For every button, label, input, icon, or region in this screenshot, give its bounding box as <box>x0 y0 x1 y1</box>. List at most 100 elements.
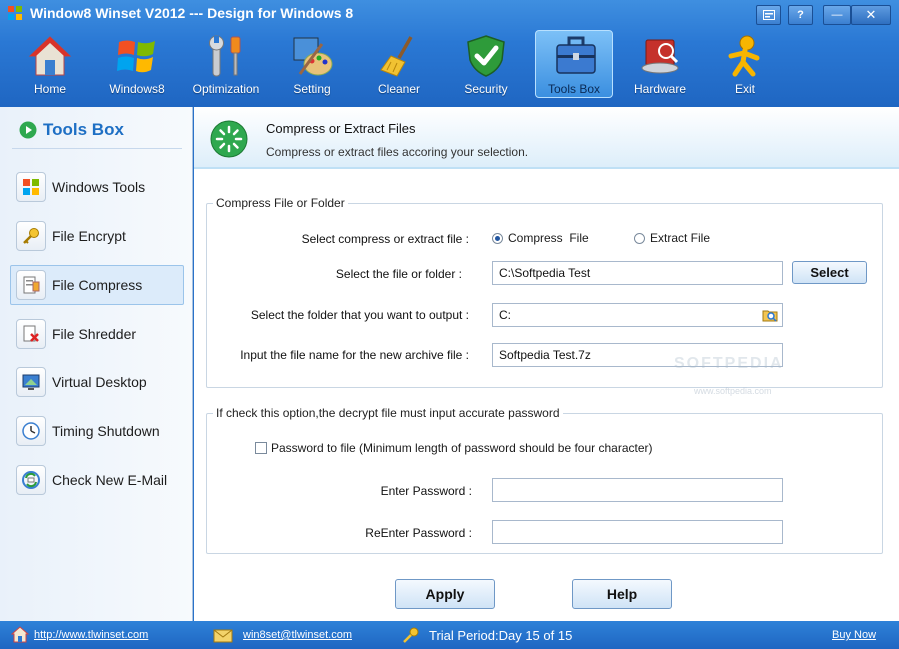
app-logo-icon <box>8 6 22 20</box>
password-checkbox[interactable]: Password to file (Minimum length of pass… <box>255 441 653 455</box>
toolbar-label: Windows8 <box>109 82 165 96</box>
status-bar: http://www.tlwinset.com win8set@tlwinset… <box>0 621 899 649</box>
running-man-icon <box>728 35 760 77</box>
trial-period-text: Trial Period:Day 15 of 15 <box>429 628 573 643</box>
select-button[interactable]: Select <box>792 261 867 284</box>
toolbar-label: Tools Box <box>547 82 601 96</box>
key-small-icon <box>403 627 419 643</box>
sidebar-item-label: Check New E-Mail <box>52 472 168 488</box>
email-envelope-icon <box>213 629 233 643</box>
skin-button[interactable] <box>756 5 781 25</box>
help-button[interactable]: Help <box>572 579 672 609</box>
email-link[interactable]: win8set@tlwinset.com <box>243 629 352 641</box>
password-checkbox-label: Password to file (Minimum length of pass… <box>271 441 653 455</box>
windows-tools-icon <box>16 172 46 202</box>
virtual-desktop-icon <box>16 367 46 397</box>
toolbar-label: Optimization <box>192 82 260 96</box>
toolbar-tools-box[interactable]: Tools Box <box>535 30 613 98</box>
panel-subtitle: Compress or extract files accoring your … <box>266 145 529 159</box>
extract-file-label: Extract File <box>650 231 711 245</box>
sidebar-title: Tools Box <box>43 120 124 139</box>
shredder-icon <box>16 319 46 349</box>
sidebar-item-windows-tools[interactable]: Windows Tools <box>10 167 184 207</box>
window-skin-icon <box>762 10 775 20</box>
radio-selected-icon <box>492 232 503 244</box>
sidebar-item-check-email[interactable]: Check New E-Mail <box>10 460 184 500</box>
key-icon <box>16 221 46 251</box>
play-circle-icon <box>19 121 37 139</box>
enter-password-input[interactable] <box>492 478 783 502</box>
paint-palette-icon <box>293 37 333 76</box>
sidebar-item-label: Timing Shutdown <box>52 423 160 439</box>
sidebar-item-file-shredder[interactable]: File Shredder <box>10 314 184 354</box>
apply-button[interactable]: Apply <box>395 579 495 609</box>
watermark-url: www.softpedia.com <box>694 386 772 396</box>
hard-drive-icon <box>641 39 679 74</box>
reenter-password-input[interactable] <box>492 520 783 544</box>
toolbar-exit[interactable]: Exit <box>705 30 785 98</box>
sidebar-item-label: Virtual Desktop <box>52 374 147 390</box>
panel-header: Compress or Extract Files Compress or ex… <box>194 107 899 169</box>
toolbar-optimization[interactable]: Optimization <box>186 30 266 98</box>
sidebar: Tools Box Windows Tools File Encrypt Fil… <box>0 107 193 621</box>
compress-file-radio[interactable]: Compress File <box>492 231 589 245</box>
toolbar-windows8[interactable]: Windows8 <box>97 30 177 98</box>
checkbox-unchecked-icon <box>255 442 267 454</box>
panel-title: Compress or Extract Files <box>266 121 416 136</box>
window-title: Window8 Winset V2012 --- Design for Wind… <box>30 5 354 21</box>
watermark: SOFTPEDIA <box>674 355 784 372</box>
home-small-icon <box>11 626 29 643</box>
output-label: Select the folder that you want to outpu… <box>250 308 469 322</box>
close-button[interactable]: ✕ <box>851 5 891 25</box>
sidebar-item-label: Windows Tools <box>52 179 146 195</box>
browse-folder-icon[interactable] <box>762 307 778 323</box>
minimize-icon: — <box>831 9 843 21</box>
toolbar-label: Cleaner <box>377 82 421 96</box>
wrench-screwdriver-icon <box>209 35 241 77</box>
compress-icon <box>16 270 46 300</box>
output-folder-input[interactable]: C: <box>492 303 783 327</box>
sidebar-item-file-compress[interactable]: File Compress <box>10 265 184 305</box>
sidebar-item-label: File Compress <box>52 277 143 293</box>
toolbar-label: Exit <box>734 82 755 96</box>
toolbar-label: Setting <box>293 82 331 96</box>
main-panel: Compress or Extract Files Compress or ex… <box>194 107 899 621</box>
toolbar-hardware[interactable]: Hardware <box>620 30 700 98</box>
email-check-icon <box>16 465 46 495</box>
toolbar-setting[interactable]: Setting <box>272 30 352 98</box>
enter-password-label: Enter Password : <box>380 484 472 498</box>
windows-logo-icon <box>117 40 155 73</box>
title-bar: Window8 Winset V2012 --- Design for Wind… <box>0 0 899 107</box>
toolbar-home[interactable]: Home <box>10 30 90 98</box>
compress-file-label: Compress File <box>508 231 589 245</box>
home-icon <box>28 36 72 76</box>
file-label: Select the file or folder : <box>335 267 462 281</box>
toolbar-security[interactable]: Security <box>446 30 526 98</box>
website-link[interactable]: http://www.tlwinset.com <box>34 629 148 641</box>
sidebar-item-virtual-desktop[interactable]: Virtual Desktop <box>10 362 184 402</box>
shield-check-icon <box>467 35 505 77</box>
archive-name-label: Input the file name for the new archive … <box>240 348 469 362</box>
sidebar-item-label: File Shredder <box>52 326 137 342</box>
file-path-input[interactable]: C:\Softpedia Test <box>492 261 783 285</box>
clock-icon <box>16 416 46 446</box>
output-folder-value: C: <box>499 308 511 322</box>
minimize-button[interactable]: — <box>823 5 851 25</box>
compress-group-legend: Compress File or Folder <box>216 196 345 210</box>
toolbox-icon <box>556 36 596 74</box>
toolbar-cleaner[interactable]: Cleaner <box>359 30 439 98</box>
sidebar-item-label: File Encrypt <box>52 228 126 244</box>
broom-icon <box>380 36 413 77</box>
buy-now-link[interactable]: Buy Now <box>832 629 876 641</box>
toolbar-label: Home <box>33 82 66 96</box>
sidebar-divider <box>12 148 182 149</box>
sidebar-item-file-encrypt[interactable]: File Encrypt <box>10 216 184 256</box>
reenter-password-label: ReEnter Password : <box>365 526 472 540</box>
extract-file-radio[interactable]: Extract File <box>634 231 710 245</box>
compress-spinner-icon <box>210 120 248 158</box>
help-window-button[interactable]: ? <box>788 5 813 25</box>
radio-unselected-icon <box>634 232 645 244</box>
toolbar-label: Security <box>464 82 508 96</box>
sidebar-item-timing-shutdown[interactable]: Timing Shutdown <box>10 411 184 451</box>
password-group-legend: If check this option,the decrypt file mu… <box>216 406 560 420</box>
